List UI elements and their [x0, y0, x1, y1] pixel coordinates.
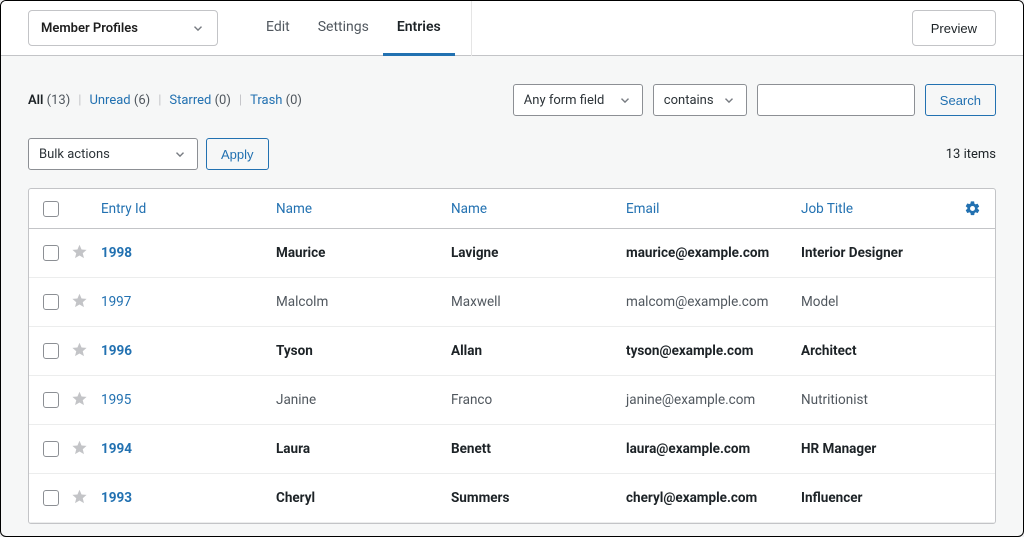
row-checkbox[interactable]: [43, 441, 59, 457]
entry-job-title: Model: [801, 294, 959, 310]
entry-email: maurice@example.com: [626, 245, 801, 261]
select-all-checkbox[interactable]: [43, 201, 59, 217]
entry-first-name: Laura: [276, 441, 451, 457]
chevron-down-icon: [722, 93, 736, 107]
row-star-button[interactable]: [71, 390, 101, 411]
entry-job-title: Influencer: [801, 490, 959, 506]
col-first-name[interactable]: Name: [276, 201, 451, 217]
entry-job-title: Architect: [801, 343, 959, 359]
row-star-button[interactable]: [71, 243, 101, 264]
chevron-down-icon: [618, 93, 632, 107]
entry-id-link[interactable]: 1993: [101, 490, 276, 506]
tabs: Edit Settings Entries: [236, 1, 472, 56]
entry-first-name: Cheryl: [276, 490, 451, 506]
topbar: Member Profiles Edit Settings Entries Pr…: [1, 1, 1023, 56]
form-selector-label: Member Profiles: [41, 21, 138, 36]
bulk-actions: Bulk actions Apply: [28, 138, 269, 170]
form-selector[interactable]: Member Profiles: [28, 10, 218, 46]
table-row: 1994LauraBenettlaura@example.comHR Manag…: [29, 425, 995, 474]
star-icon: [71, 243, 88, 264]
row-checkbox[interactable]: [43, 490, 59, 506]
star-icon: [71, 292, 88, 313]
table-header: Entry Id Name Name Email Job Title: [29, 189, 995, 229]
entry-first-name: Tyson: [276, 343, 451, 359]
items-count: 13 items: [946, 147, 996, 162]
entry-email: janine@example.com: [626, 392, 801, 408]
row-checkbox[interactable]: [43, 392, 59, 408]
entry-last-name: Franco: [451, 392, 626, 408]
chevron-down-icon: [191, 21, 205, 35]
filter-operator-label: contains: [664, 93, 714, 108]
row-checkbox[interactable]: [43, 245, 59, 261]
entry-job-title: HR Manager: [801, 441, 959, 457]
table-row: 1993CherylSummerscheryl@example.comInflu…: [29, 474, 995, 523]
filter-operator-select[interactable]: contains: [653, 84, 747, 116]
star-icon: [71, 488, 88, 509]
content-area: All (13) | Unread (6) | Starred (0) | Tr…: [1, 56, 1023, 524]
entry-id-link[interactable]: 1997: [101, 294, 276, 310]
entry-email: cheryl@example.com: [626, 490, 801, 506]
bulk-actions-label: Bulk actions: [39, 147, 110, 162]
entry-email: tyson@example.com: [626, 343, 801, 359]
tab-settings[interactable]: Settings: [304, 1, 383, 56]
status-trash[interactable]: Trash (0): [250, 93, 302, 108]
entry-email: malcom@example.com: [626, 294, 801, 310]
entry-job-title: Interior Designer: [801, 245, 959, 261]
entry-first-name: Malcolm: [276, 294, 451, 310]
row-checkbox[interactable]: [43, 294, 59, 310]
col-last-name[interactable]: Name: [451, 201, 626, 217]
tab-entries[interactable]: Entries: [383, 1, 455, 56]
table-row: 1996TysonAllantyson@example.comArchitect: [29, 327, 995, 376]
status-all[interactable]: All (13): [28, 93, 70, 108]
status-unread[interactable]: Unread (6): [89, 93, 150, 108]
apply-button[interactable]: Apply: [206, 138, 269, 170]
row-star-button[interactable]: [71, 488, 101, 509]
gear-icon: [964, 200, 981, 217]
table-row: 1998MauriceLavignemaurice@example.comInt…: [29, 229, 995, 278]
entry-last-name: Maxwell: [451, 294, 626, 310]
search-button[interactable]: Search: [925, 84, 996, 116]
entry-id-link[interactable]: 1995: [101, 392, 276, 408]
star-icon: [71, 341, 88, 362]
entry-email: laura@example.com: [626, 441, 801, 457]
filter-field-label: Any form field: [524, 93, 605, 108]
chevron-down-icon: [173, 147, 187, 161]
tab-edit[interactable]: Edit: [252, 1, 304, 56]
entry-first-name: Maurice: [276, 245, 451, 261]
row-star-button[interactable]: [71, 439, 101, 460]
preview-button[interactable]: Preview: [912, 10, 996, 46]
status-filters: All (13) | Unread (6) | Starred (0) | Tr…: [28, 93, 302, 108]
entry-id-link[interactable]: 1996: [101, 343, 276, 359]
star-icon: [71, 390, 88, 411]
row-star-button[interactable]: [71, 341, 101, 362]
col-job-title[interactable]: Job Title: [801, 201, 959, 217]
star-icon: [71, 439, 88, 460]
search-input[interactable]: [757, 84, 915, 116]
entry-id-link[interactable]: 1994: [101, 441, 276, 457]
col-email[interactable]: Email: [626, 201, 801, 217]
entry-last-name: Benett: [451, 441, 626, 457]
bulk-actions-select[interactable]: Bulk actions: [28, 138, 198, 170]
col-entry-id[interactable]: Entry Id: [101, 201, 276, 217]
table-row: 1995JanineFrancojanine@example.comNutrit…: [29, 376, 995, 425]
row-checkbox[interactable]: [43, 343, 59, 359]
entry-job-title: Nutritionist: [801, 392, 959, 408]
entry-last-name: Summers: [451, 490, 626, 506]
entry-first-name: Janine: [276, 392, 451, 408]
table-row: 1997MalcolmMaxwellmalcom@example.comMode…: [29, 278, 995, 327]
filter-field-select[interactable]: Any form field: [513, 84, 643, 116]
columns-settings-button[interactable]: [959, 200, 981, 217]
entry-last-name: Allan: [451, 343, 626, 359]
row-star-button[interactable]: [71, 292, 101, 313]
entry-last-name: Lavigne: [451, 245, 626, 261]
entry-id-link[interactable]: 1998: [101, 245, 276, 261]
status-starred[interactable]: Starred (0): [169, 93, 231, 108]
search-filters: Any form field contains Search: [513, 84, 996, 116]
entries-table: Entry Id Name Name Email Job Title 1998M…: [28, 188, 996, 524]
